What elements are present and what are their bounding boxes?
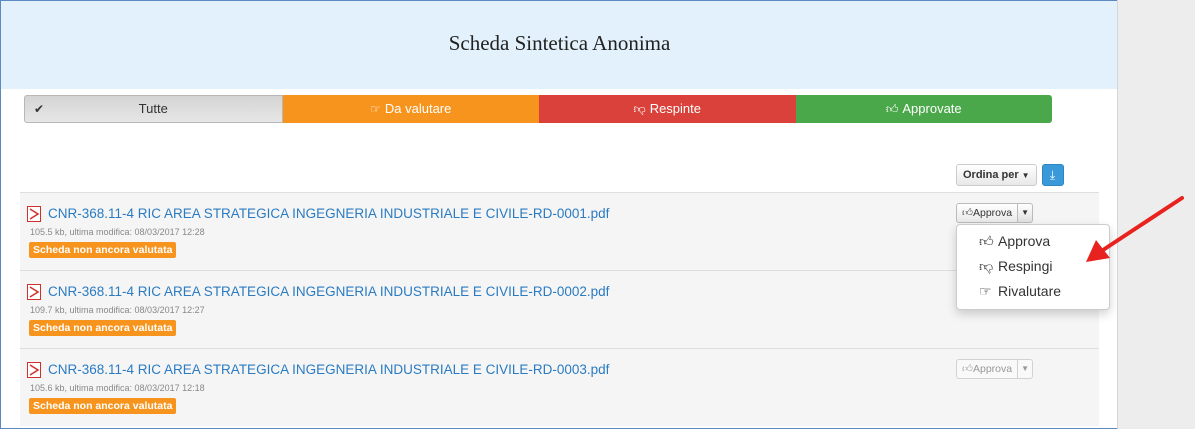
file-meta: 105.5 kb, ultima modifica: 08/03/2017 12… bbox=[30, 227, 205, 237]
annotation-arrow-icon bbox=[1086, 196, 1184, 262]
tab-label: Respinte bbox=[649, 101, 701, 116]
approve-split-button: 👍︎Approva ▼ bbox=[956, 203, 1034, 223]
pdf-icon bbox=[27, 362, 41, 378]
file-link[interactable]: CNR-368.11-4 RIC AREA STRATEGICA INGEGNE… bbox=[48, 206, 609, 221]
check-icon: ✔ bbox=[34, 102, 45, 116]
menu-item-label: Approva bbox=[998, 233, 1051, 249]
thumbs-down-icon: 👎︎ bbox=[979, 258, 994, 274]
approve-button[interactable]: 👍︎Approva bbox=[956, 359, 1019, 379]
filter-tabs: ✔ Tutte ☞ Da valutare 👎︎ Respinte 👍︎ Approv… bbox=[24, 95, 1052, 123]
tab-label: Approvate bbox=[902, 101, 962, 116]
caret-down-icon: ▼ bbox=[1021, 364, 1030, 373]
sort-label: Ordina per bbox=[963, 169, 1019, 181]
status-badge: Scheda non ancora valutata bbox=[29, 242, 177, 258]
page-title: Scheda Sintetica Anonima bbox=[448, 31, 671, 55]
menu-item-respingi[interactable]: 👎︎ Respingi bbox=[979, 258, 1052, 275]
pdf-icon bbox=[27, 206, 41, 222]
approve-button[interactable]: 👍︎Approva bbox=[956, 203, 1019, 223]
approve-label: Approva bbox=[972, 363, 1013, 375]
thumbs-right-icon: ☞ bbox=[370, 102, 381, 116]
status-badge: Scheda non ancora valutata bbox=[29, 320, 177, 336]
download-icon: ⤓ bbox=[1049, 168, 1056, 182]
menu-item-label: Respingi bbox=[998, 258, 1053, 274]
thumbs-up-icon: 👍︎ bbox=[962, 363, 973, 375]
file-meta: 105.6 kb, ultima modifica: 08/03/2017 12… bbox=[30, 383, 205, 393]
sort-toolbar: Ordina per ▼ ⤓ bbox=[956, 164, 1064, 186]
approve-dropdown-toggle[interactable]: ▼ bbox=[1018, 359, 1034, 379]
tab-respinte[interactable]: 👎︎ Respinte bbox=[539, 95, 796, 123]
status-badge: Scheda non ancora valutata bbox=[29, 398, 177, 414]
tab-da-valutare[interactable]: ☞ Da valutare bbox=[282, 95, 539, 123]
caret-down-icon: ▼ bbox=[1021, 208, 1030, 217]
file-link[interactable]: CNR-368.11-4 RIC AREA STRATEGICA INGEGNE… bbox=[48, 362, 609, 377]
thumbs-down-icon: 👎︎ bbox=[633, 102, 646, 116]
menu-item-approva[interactable]: 👍︎ Approva bbox=[979, 233, 1050, 250]
caret-down-icon: ▼ bbox=[1021, 171, 1030, 180]
thumbs-up-icon: 👍︎ bbox=[979, 233, 994, 249]
file-row: CNR-368.11-4 RIC AREA STRATEGICA INGEGNE… bbox=[20, 348, 1099, 426]
tab-label: Tutte bbox=[138, 101, 168, 116]
download-button[interactable]: ⤓ bbox=[1041, 164, 1064, 186]
thumbs-up-icon: 👍︎ bbox=[962, 207, 973, 219]
page-header: Scheda Sintetica Anonima bbox=[1, 1, 1118, 89]
sort-button[interactable]: Ordina per ▼ bbox=[956, 164, 1037, 186]
menu-item-label: Rivalutare bbox=[998, 283, 1062, 299]
menu-item-rivalutare[interactable]: ☞ Rivalutare bbox=[979, 283, 1061, 300]
approve-label: Approva bbox=[972, 207, 1013, 219]
pdf-icon bbox=[27, 284, 41, 300]
file-row: CNR-368.11-4 RIC AREA STRATEGICA INGEGNE… bbox=[20, 192, 1099, 270]
approve-split-button: 👍︎Approva ▼ bbox=[956, 359, 1034, 379]
file-meta: 109.7 kb, ultima modifica: 08/03/2017 12… bbox=[30, 305, 205, 315]
file-link[interactable]: CNR-368.11-4 RIC AREA STRATEGICA INGEGNE… bbox=[48, 284, 609, 299]
tab-label: Da valutare bbox=[384, 101, 452, 116]
approve-dropdown-toggle[interactable]: ▼ bbox=[1018, 203, 1034, 223]
thumbs-up-icon: 👍︎ bbox=[885, 102, 899, 116]
file-row: CNR-368.11-4 RIC AREA STRATEGICA INGEGNE… bbox=[20, 270, 1099, 348]
thumbs-right-icon: ☞ bbox=[979, 283, 992, 299]
tab-approvate[interactable]: 👍︎ Approvate bbox=[795, 95, 1052, 123]
app-window: Scheda Sintetica Anonima ✔ Tutte ☞ Da val… bbox=[0, 0, 1118, 429]
tab-tutte[interactable]: ✔ Tutte bbox=[24, 95, 283, 123]
